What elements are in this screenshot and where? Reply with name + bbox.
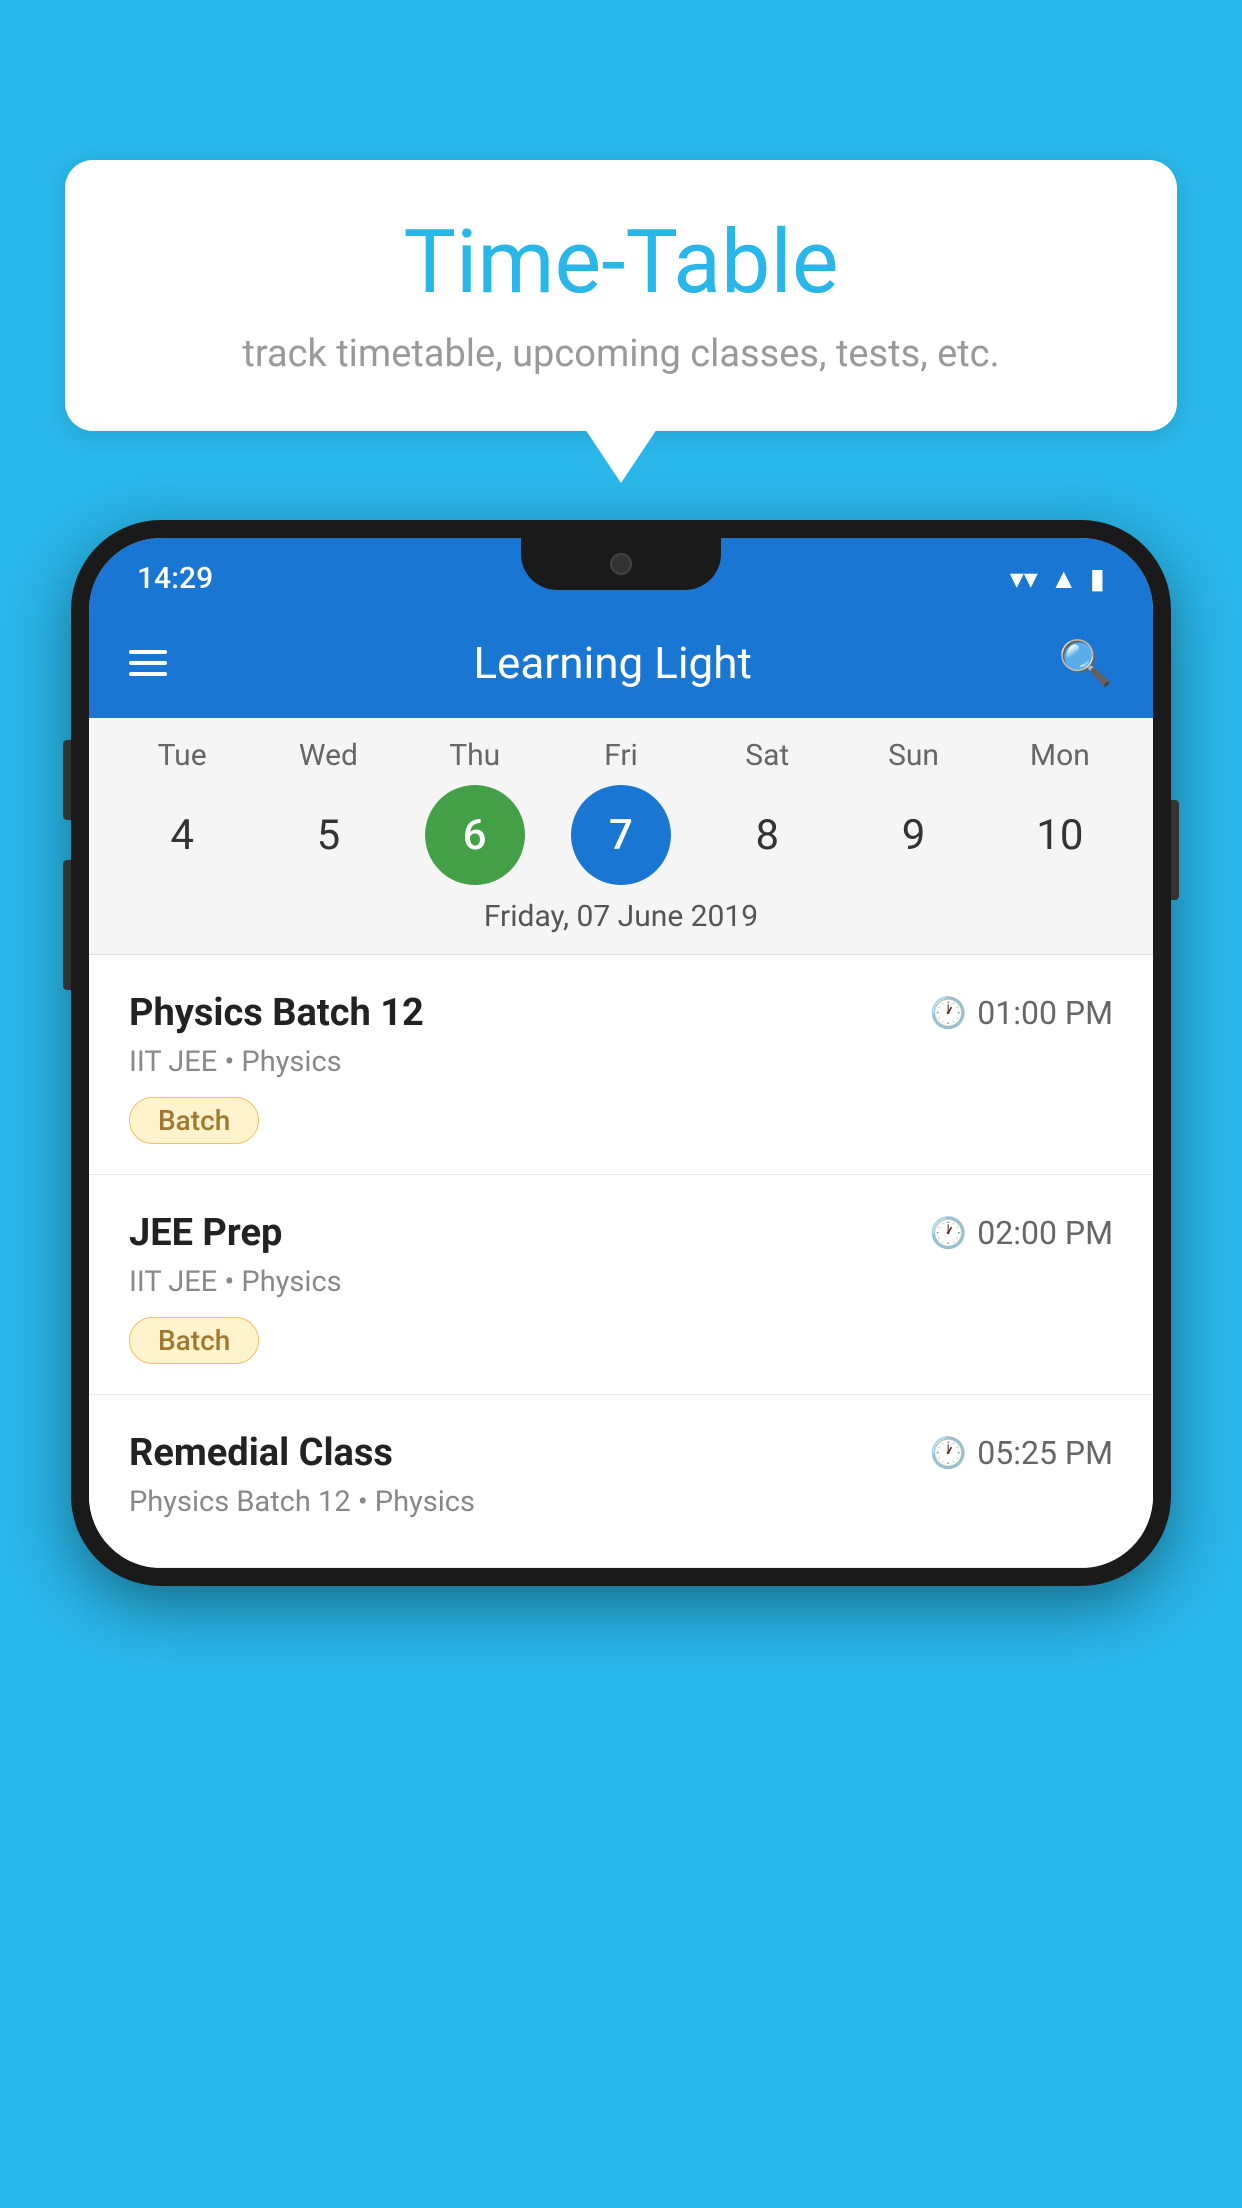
phone-screen: 14:29 ▾▾ ▲ ▮ Learning Light 🔍 [89, 538, 1153, 1568]
class-name-2: JEE Prep [129, 1211, 282, 1255]
selected-date-label: Friday, 07 June 2019 [89, 885, 1153, 944]
status-icons: ▾▾ ▲ ▮ [1010, 562, 1105, 595]
clock-icon-1: 🕐 [930, 996, 967, 1031]
wifi-icon: ▾▾ [1010, 562, 1038, 595]
batch-badge-1: Batch [129, 1097, 259, 1144]
day-10[interactable]: 10 [1010, 785, 1110, 885]
day-header-thu: Thu [425, 738, 525, 773]
power-button [1171, 800, 1179, 900]
app-bar: Learning Light 🔍 [89, 608, 1153, 718]
search-icon[interactable]: 🔍 [1058, 637, 1113, 689]
day-header-sat: Sat [717, 738, 817, 773]
day-header-wed: Wed [278, 738, 378, 773]
class-time-value-1: 01:00 PM [977, 994, 1113, 1032]
class-header-3: Remedial Class 🕐 05:25 PM [129, 1431, 1113, 1475]
day-header-mon: Mon [1010, 738, 1110, 773]
app-title: Learning Light [197, 637, 1028, 689]
day-7-selected[interactable]: 7 [571, 785, 671, 885]
class-time-value-2: 02:00 PM [977, 1214, 1113, 1252]
class-subtitle-1: IIT JEE • Physics [129, 1045, 1113, 1079]
class-header-2: JEE Prep 🕐 02:00 PM [129, 1211, 1113, 1255]
day-5[interactable]: 5 [278, 785, 378, 885]
page-title: Time-Table [125, 215, 1117, 312]
class-item-2[interactable]: JEE Prep 🕐 02:00 PM IIT JEE • Physics Ba… [89, 1175, 1153, 1395]
status-time: 14:29 [137, 561, 213, 596]
volume-down-button [63, 860, 71, 990]
clock-icon-3: 🕐 [930, 1436, 967, 1471]
day-numbers: 4 5 6 7 8 9 10 [89, 785, 1153, 885]
batch-badge-2: Batch [129, 1317, 259, 1364]
speech-bubble-container: Time-Table track timetable, upcoming cla… [65, 160, 1177, 431]
day-6-today[interactable]: 6 [425, 785, 525, 885]
menu-icon[interactable] [129, 650, 167, 676]
day-header-fri: Fri [571, 738, 671, 773]
day-9[interactable]: 9 [864, 785, 964, 885]
day-header-sun: Sun [864, 738, 964, 773]
class-subtitle-2: IIT JEE • Physics [129, 1265, 1113, 1299]
class-time-2: 🕐 02:00 PM [930, 1214, 1113, 1252]
volume-up-button [63, 740, 71, 820]
day-8[interactable]: 8 [717, 785, 817, 885]
class-time-3: 🕐 05:25 PM [930, 1434, 1113, 1472]
phone-frame-container: 14:29 ▾▾ ▲ ▮ Learning Light 🔍 [71, 520, 1171, 1586]
speech-bubble: Time-Table track timetable, upcoming cla… [65, 160, 1177, 431]
day-4[interactable]: 4 [132, 785, 232, 885]
class-subtitle-3: Physics Batch 12 • Physics [129, 1485, 1113, 1519]
signal-icon: ▲ [1050, 562, 1078, 595]
battery-icon: ▮ [1090, 562, 1105, 595]
class-item-3[interactable]: Remedial Class 🕐 05:25 PM Physics Batch … [89, 1395, 1153, 1568]
class-item-1[interactable]: Physics Batch 12 🕐 01:00 PM IIT JEE • Ph… [89, 955, 1153, 1175]
day-header-tue: Tue [132, 738, 232, 773]
class-header-1: Physics Batch 12 🕐 01:00 PM [129, 991, 1113, 1035]
class-time-value-3: 05:25 PM [977, 1434, 1113, 1472]
page-subtitle: track timetable, upcoming classes, tests… [125, 332, 1117, 376]
calendar-strip: Tue Wed Thu Fri Sat Sun Mon 4 5 6 7 8 9 … [89, 718, 1153, 955]
class-name-3: Remedial Class [129, 1431, 393, 1475]
day-headers: Tue Wed Thu Fri Sat Sun Mon [89, 738, 1153, 773]
classes-list: Physics Batch 12 🕐 01:00 PM IIT JEE • Ph… [89, 955, 1153, 1568]
camera [610, 553, 632, 575]
class-time-1: 🕐 01:00 PM [930, 994, 1113, 1032]
phone-notch [521, 538, 721, 590]
phone-frame: 14:29 ▾▾ ▲ ▮ Learning Light 🔍 [71, 520, 1171, 1586]
class-name-1: Physics Batch 12 [129, 991, 424, 1035]
clock-icon-2: 🕐 [930, 1216, 967, 1251]
